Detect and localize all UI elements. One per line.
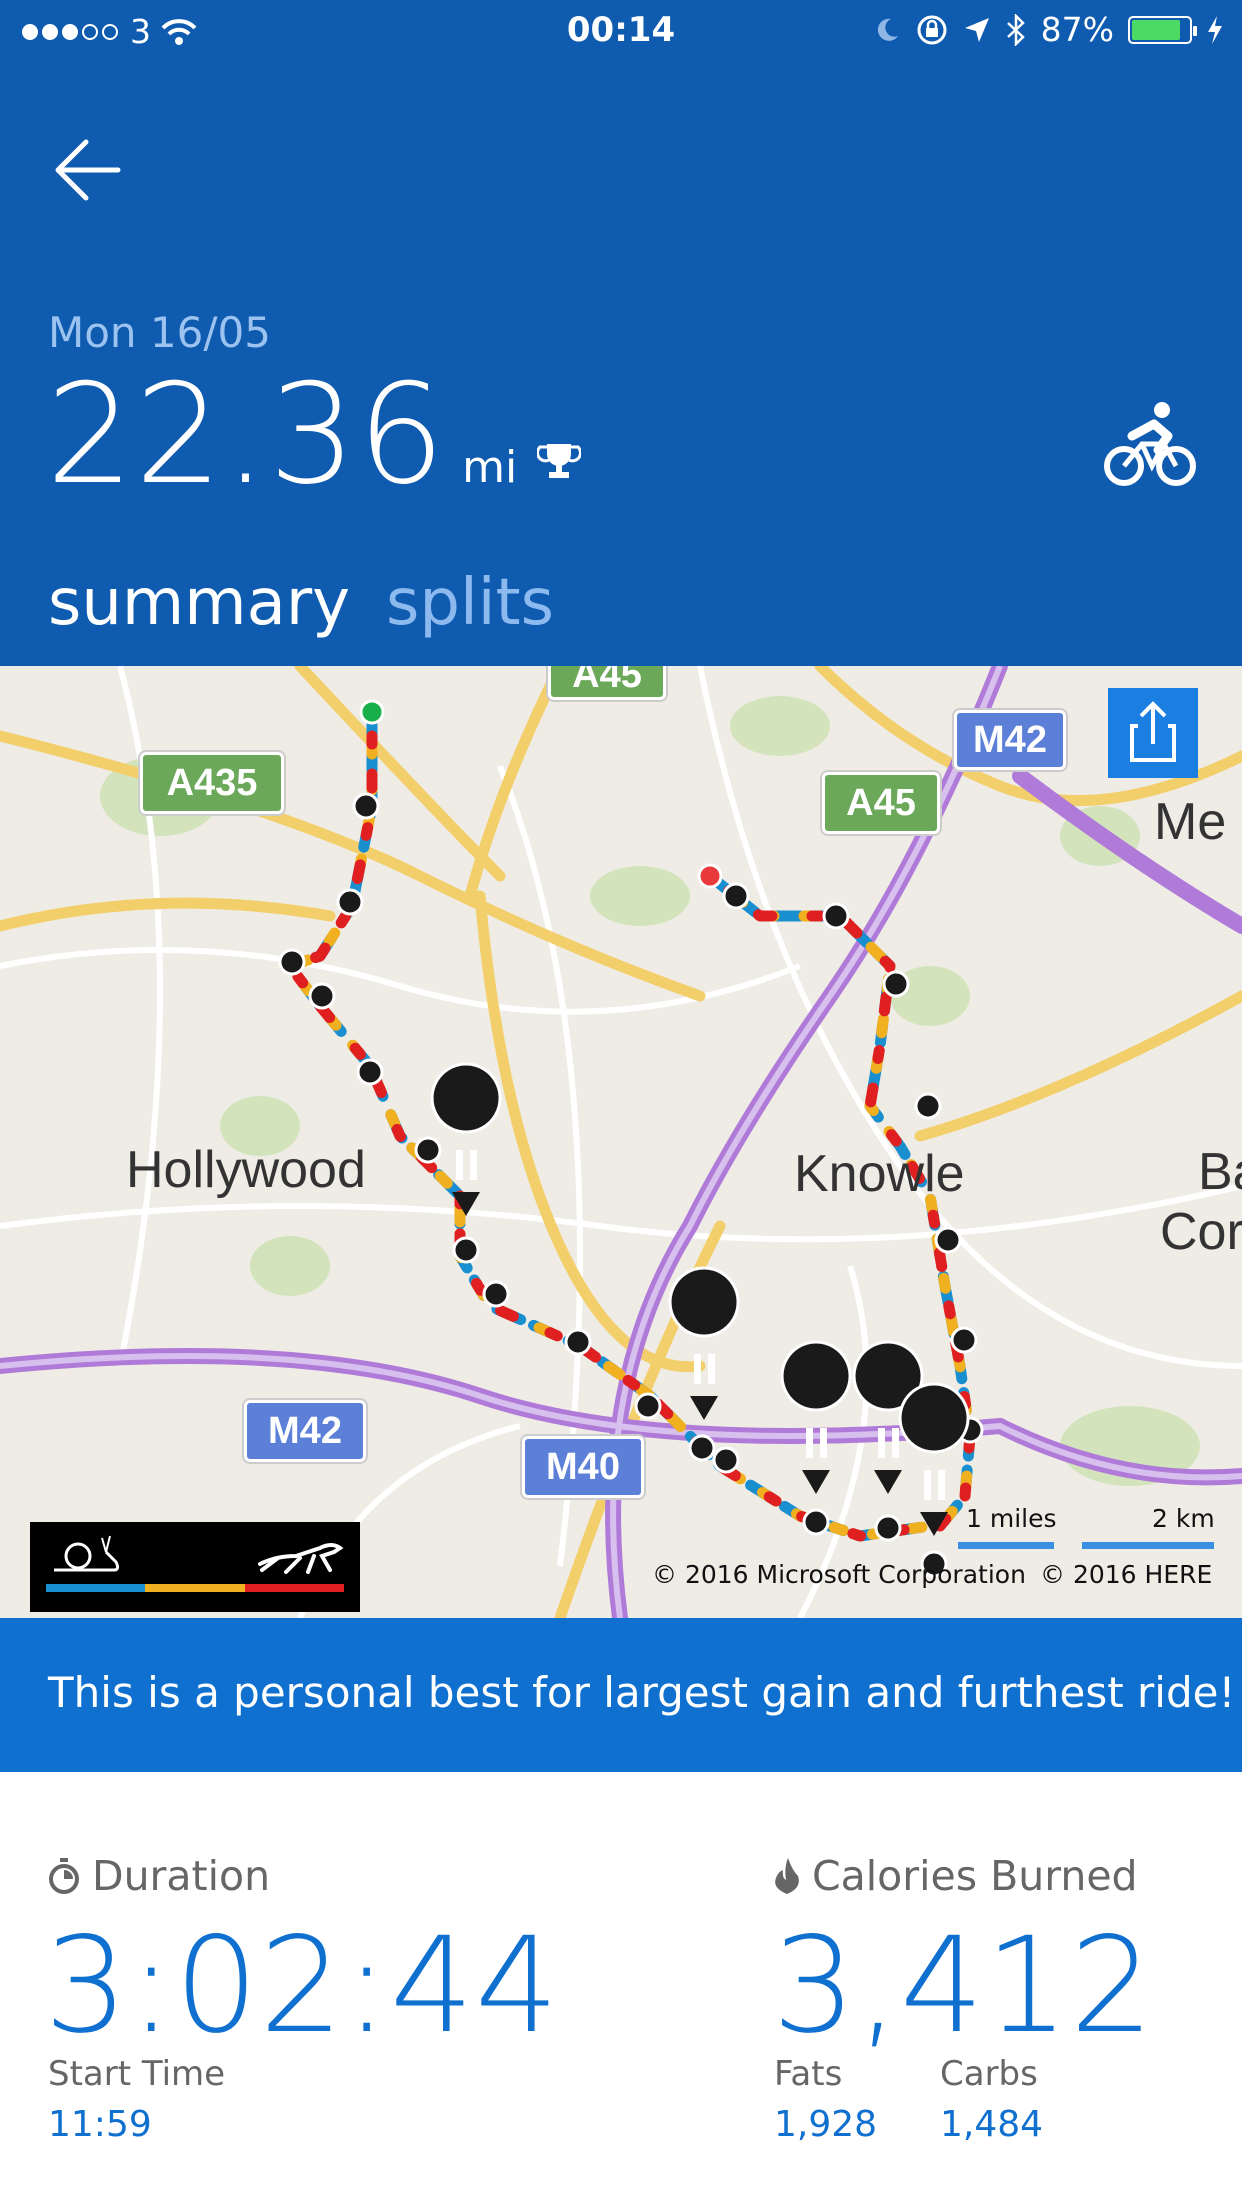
road-shield-m42-west: M42 — [244, 1400, 366, 1462]
battery-level-fill — [1132, 19, 1181, 40]
duration-value: 3:02:44 — [44, 1909, 560, 2063]
road-shield-m42-north: M42 — [954, 710, 1066, 770]
personal-best-text: This is a personal best for largest gain… — [48, 1668, 1236, 1717]
carbs-value: 1,484 — [940, 2104, 1044, 2145]
start-time-value: 11:59 — [48, 2104, 152, 2145]
battery-percent: 87% — [1040, 10, 1114, 49]
location-arrow-icon — [964, 17, 989, 42]
pace-gradient-bar — [46, 1584, 344, 1592]
fats-value: 1,928 — [774, 2104, 878, 2145]
bluetooth-icon — [1006, 13, 1025, 46]
copyright-here: © 2016 HERE — [1040, 1560, 1213, 1589]
duration-label-row: Duration — [48, 1852, 270, 1900]
calories-label: Calories Burned — [812, 1852, 1138, 1900]
fats-label: Fats — [774, 2054, 843, 2094]
route-end-marker — [697, 863, 723, 889]
activity-date: Mon 16/05 — [48, 308, 271, 357]
back-arrow-icon[interactable] — [54, 130, 134, 210]
place-label-knowle: Knowle — [794, 1145, 965, 1203]
road-shield-a435: A435 — [140, 752, 284, 814]
copyright-microsoft: © 2016 Microsoft Corporation — [652, 1560, 1026, 1589]
tab-summary[interactable]: summary — [48, 566, 350, 640]
place-label-hollywood: Hollywood — [126, 1141, 366, 1199]
flame-icon — [775, 1858, 799, 1894]
status-right: 87% — [873, 10, 1224, 49]
status-bar: 3 00:14 87% — [0, 0, 1242, 64]
place-label-cor: Cor — [1160, 1203, 1242, 1261]
pace-legend — [30, 1522, 360, 1612]
scale-km: 2 km — [1152, 1504, 1215, 1533]
start-time-label: Start Time — [48, 2054, 226, 2094]
battery-icon — [1128, 15, 1197, 44]
bike-icon — [1104, 402, 1196, 486]
road-shield-a45-top: A45 — [548, 666, 666, 700]
stopwatch-icon — [49, 1858, 79, 1894]
trophy-icon — [537, 444, 582, 478]
place-label-ba: Ba — [1198, 1143, 1242, 1201]
road-shield-m40: M40 — [522, 1436, 644, 1498]
calories-value: 3,412 — [772, 1909, 1155, 2063]
tab-bar: summary splits — [48, 566, 554, 640]
personal-best-banner: This is a personal best for largest gain… — [0, 1618, 1242, 1772]
distance-value: 22.36 — [46, 354, 447, 515]
carbs-label: Carbs — [940, 2054, 1038, 2094]
distance-unit: mi — [462, 442, 518, 493]
scale-miles: 1 miles — [966, 1504, 1057, 1533]
route-map[interactable]: A435 A45 A45 M42 M42 M40 Hollywood Knowl… — [0, 666, 1242, 1618]
rotation-lock-icon — [917, 15, 947, 44]
moon-icon — [877, 18, 898, 41]
share-button[interactable] — [1108, 688, 1198, 778]
distance-display: 22.36 mi — [46, 354, 582, 515]
charging-bolt-icon — [1208, 15, 1222, 44]
route-start-marker — [359, 699, 385, 725]
calories-label-row: Calories Burned — [774, 1852, 1138, 1900]
tab-splits[interactable]: splits — [386, 566, 554, 640]
road-shield-a45: A45 — [822, 772, 940, 834]
share-icon — [1130, 701, 1176, 762]
cheetah-icon — [258, 1543, 344, 1574]
activity-header: 3 00:14 87% Mon 16/05 22.36 mi summary s… — [0, 0, 1242, 666]
place-label-me: Me — [1154, 793, 1227, 851]
duration-label: Duration — [92, 1852, 271, 1900]
snail-icon — [54, 1535, 120, 1572]
